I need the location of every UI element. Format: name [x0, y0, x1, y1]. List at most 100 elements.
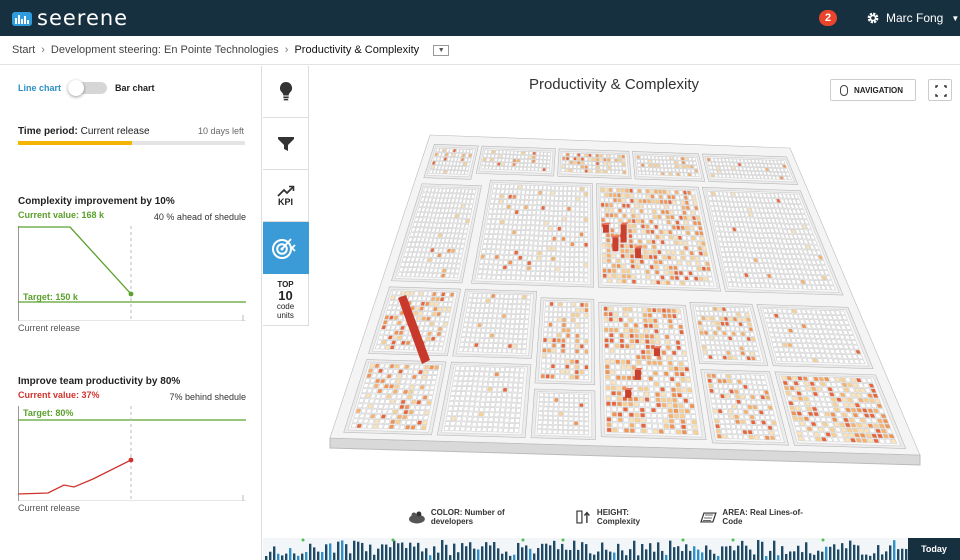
building [436, 273, 442, 278]
tab-filter[interactable] [263, 118, 309, 170]
building [369, 363, 376, 368]
building [641, 428, 647, 434]
building [401, 414, 408, 420]
timeline-bar [637, 555, 640, 560]
building [428, 169, 434, 174]
building [557, 322, 562, 328]
building [560, 241, 566, 247]
building [710, 191, 716, 196]
building [683, 361, 689, 367]
time-period[interactable]: Time period: Current release 10 days lef… [18, 126, 246, 137]
building [648, 376, 654, 381]
building [731, 429, 738, 435]
brand-logo[interactable]: seerene [12, 6, 128, 30]
building [836, 432, 844, 438]
timeline-bar [433, 546, 436, 560]
goal-complexity[interactable]: Complexity improvement by 10% Current va… [18, 196, 246, 336]
tab-kpi[interactable]: KPI [263, 170, 309, 222]
building [647, 155, 652, 160]
building [729, 345, 735, 351]
building [455, 193, 461, 199]
goal-productivity[interactable]: Improve team productivity by 80% Current… [18, 376, 246, 516]
building [707, 354, 714, 360]
building [712, 216, 718, 222]
building [522, 334, 528, 339]
building [682, 356, 689, 361]
building [673, 160, 679, 165]
building [643, 249, 648, 255]
building [660, 244, 666, 250]
code-city-map[interactable] [320, 120, 940, 480]
building [796, 375, 804, 381]
building [541, 195, 547, 201]
days-left: 10 days left [197, 126, 244, 136]
building [511, 402, 517, 408]
building [428, 222, 434, 228]
building [494, 154, 499, 158]
timeline-bar [693, 546, 696, 560]
building [569, 364, 575, 370]
building [519, 199, 525, 205]
building [385, 325, 392, 330]
building [464, 401, 470, 407]
time-period-value[interactable]: Current release [81, 126, 150, 137]
tab-goals[interactable] [263, 222, 309, 274]
building [560, 358, 565, 364]
building [424, 321, 430, 326]
building [697, 246, 703, 251]
building [584, 403, 589, 408]
building [578, 421, 584, 426]
building [523, 329, 529, 334]
building [476, 274, 482, 280]
bar-chart-label[interactable]: Bar chart [115, 83, 155, 93]
today-button[interactable]: Today [908, 538, 960, 560]
tab-insights[interactable] [263, 66, 309, 118]
building [516, 402, 522, 408]
notification-badge[interactable]: 2 [819, 10, 837, 26]
building [541, 256, 547, 261]
line-chart-label[interactable]: Line chart [18, 83, 61, 93]
building [842, 432, 849, 438]
breadcrumb-dropdown-button[interactable]: ▼ [433, 44, 450, 56]
building [496, 162, 501, 166]
building [645, 229, 651, 234]
breadcrumb-start[interactable]: Start [12, 44, 35, 56]
building [615, 253, 621, 259]
building [394, 399, 401, 405]
building [389, 345, 396, 350]
fullscreen-button[interactable] [928, 79, 952, 101]
building [724, 158, 730, 163]
building [483, 233, 489, 239]
breadcrumb-steering[interactable]: Development steering: En Pointe Technolo… [51, 44, 279, 56]
building [579, 364, 584, 370]
tab-top10[interactable]: TOP 10 code units [263, 274, 309, 326]
building [726, 311, 733, 317]
building [624, 248, 630, 254]
building [390, 340, 397, 345]
building [652, 249, 658, 255]
building [662, 365, 669, 371]
switch-knob[interactable] [68, 80, 85, 96]
building [426, 400, 433, 406]
user-menu[interactable]: Marc Fong ▼ [866, 9, 959, 27]
building [703, 354, 709, 360]
timeline-bar [517, 542, 520, 560]
timeline-bar [749, 549, 752, 560]
building [670, 164, 676, 169]
chart-type-toggle[interactable]: Line chart Bar chart [18, 80, 155, 96]
building [392, 389, 399, 394]
building [573, 416, 579, 421]
building [662, 413, 669, 419]
building [624, 338, 630, 344]
building [719, 165, 725, 170]
building [686, 210, 692, 216]
building [495, 293, 501, 299]
chart-type-switch[interactable] [68, 80, 108, 96]
building [776, 308, 783, 314]
activity-timeline[interactable] [263, 538, 908, 560]
building [501, 209, 507, 215]
building [626, 380, 633, 386]
navigation-button[interactable]: NAVIGATION [830, 79, 916, 101]
building [639, 213, 645, 219]
building [489, 229, 495, 234]
